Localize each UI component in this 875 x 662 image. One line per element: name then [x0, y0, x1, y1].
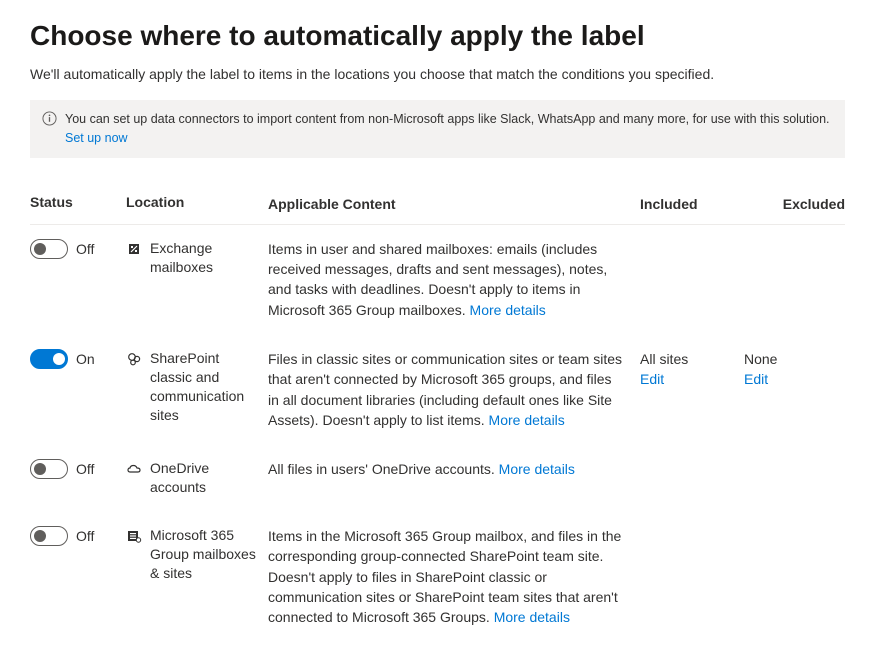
- table-row: Off Exchange mailboxesItems in user and s…: [30, 225, 845, 335]
- info-banner: You can set up data connectors to import…: [30, 100, 845, 158]
- header-content: Applicable Content: [268, 194, 640, 214]
- included-cell: All sites Edit: [640, 349, 744, 390]
- sharepoint-icon: [126, 351, 142, 367]
- status-label: Off: [76, 528, 94, 544]
- status-label: On: [76, 351, 95, 367]
- more-details-link[interactable]: More details: [494, 609, 570, 625]
- applicable-content-text: Items in the Microsoft 365 Group mailbox…: [268, 526, 640, 627]
- header-status: Status: [30, 194, 126, 210]
- more-details-link[interactable]: More details: [470, 302, 546, 318]
- location-label: Exchange mailboxes: [150, 239, 260, 277]
- applicable-content-text: Items in user and shared mailboxes: emai…: [268, 239, 640, 320]
- location-label: Microsoft 365 Group mailboxes & sites: [150, 526, 260, 583]
- edit-excluded-link[interactable]: Edit: [744, 371, 768, 387]
- location-label: OneDrive accounts: [150, 459, 260, 497]
- page-title: Choose where to automatically apply the …: [30, 20, 845, 52]
- more-details-link[interactable]: More details: [499, 461, 575, 477]
- info-banner-text: You can set up data connectors to import…: [65, 110, 833, 148]
- status-label: Off: [76, 241, 94, 257]
- status-toggle[interactable]: [30, 239, 68, 259]
- status-label: Off: [76, 461, 94, 477]
- set-up-now-link[interactable]: Set up now: [65, 131, 128, 145]
- info-icon: [42, 111, 57, 126]
- onedrive-icon: [126, 461, 142, 477]
- more-details-link[interactable]: More details: [489, 412, 565, 428]
- status-toggle[interactable]: [30, 349, 68, 369]
- table-row: On SharePoint classic and communication s…: [30, 335, 845, 445]
- status-toggle[interactable]: [30, 459, 68, 479]
- status-toggle[interactable]: [30, 526, 68, 546]
- page-subtitle: We'll automatically apply the label to i…: [30, 66, 845, 82]
- applicable-content-text: All files in users' OneDrive accounts. M…: [268, 459, 640, 479]
- table-row: Off OneDrive accounts All files in users' …: [30, 445, 845, 512]
- location-label: SharePoint classic and communication sit…: [150, 349, 260, 425]
- locations-table: Status Location Applicable Content Inclu…: [30, 180, 845, 643]
- exchange-icon: [126, 241, 142, 257]
- excluded-cell: None Edit: [744, 349, 845, 390]
- applicable-content-text: Files in classic sites or communication …: [268, 349, 640, 430]
- header-location: Location: [126, 194, 268, 210]
- header-included: Included: [640, 194, 744, 214]
- excluded-value: None: [744, 349, 845, 369]
- edit-included-link[interactable]: Edit: [640, 371, 664, 387]
- header-excluded: Excluded: [744, 194, 845, 214]
- table-row: Off Microsoft 365 Group mailboxes & sites…: [30, 512, 845, 642]
- table-header-row: Status Location Applicable Content Inclu…: [30, 180, 845, 225]
- included-value: All sites: [640, 349, 744, 369]
- m365group-icon: [126, 528, 142, 544]
